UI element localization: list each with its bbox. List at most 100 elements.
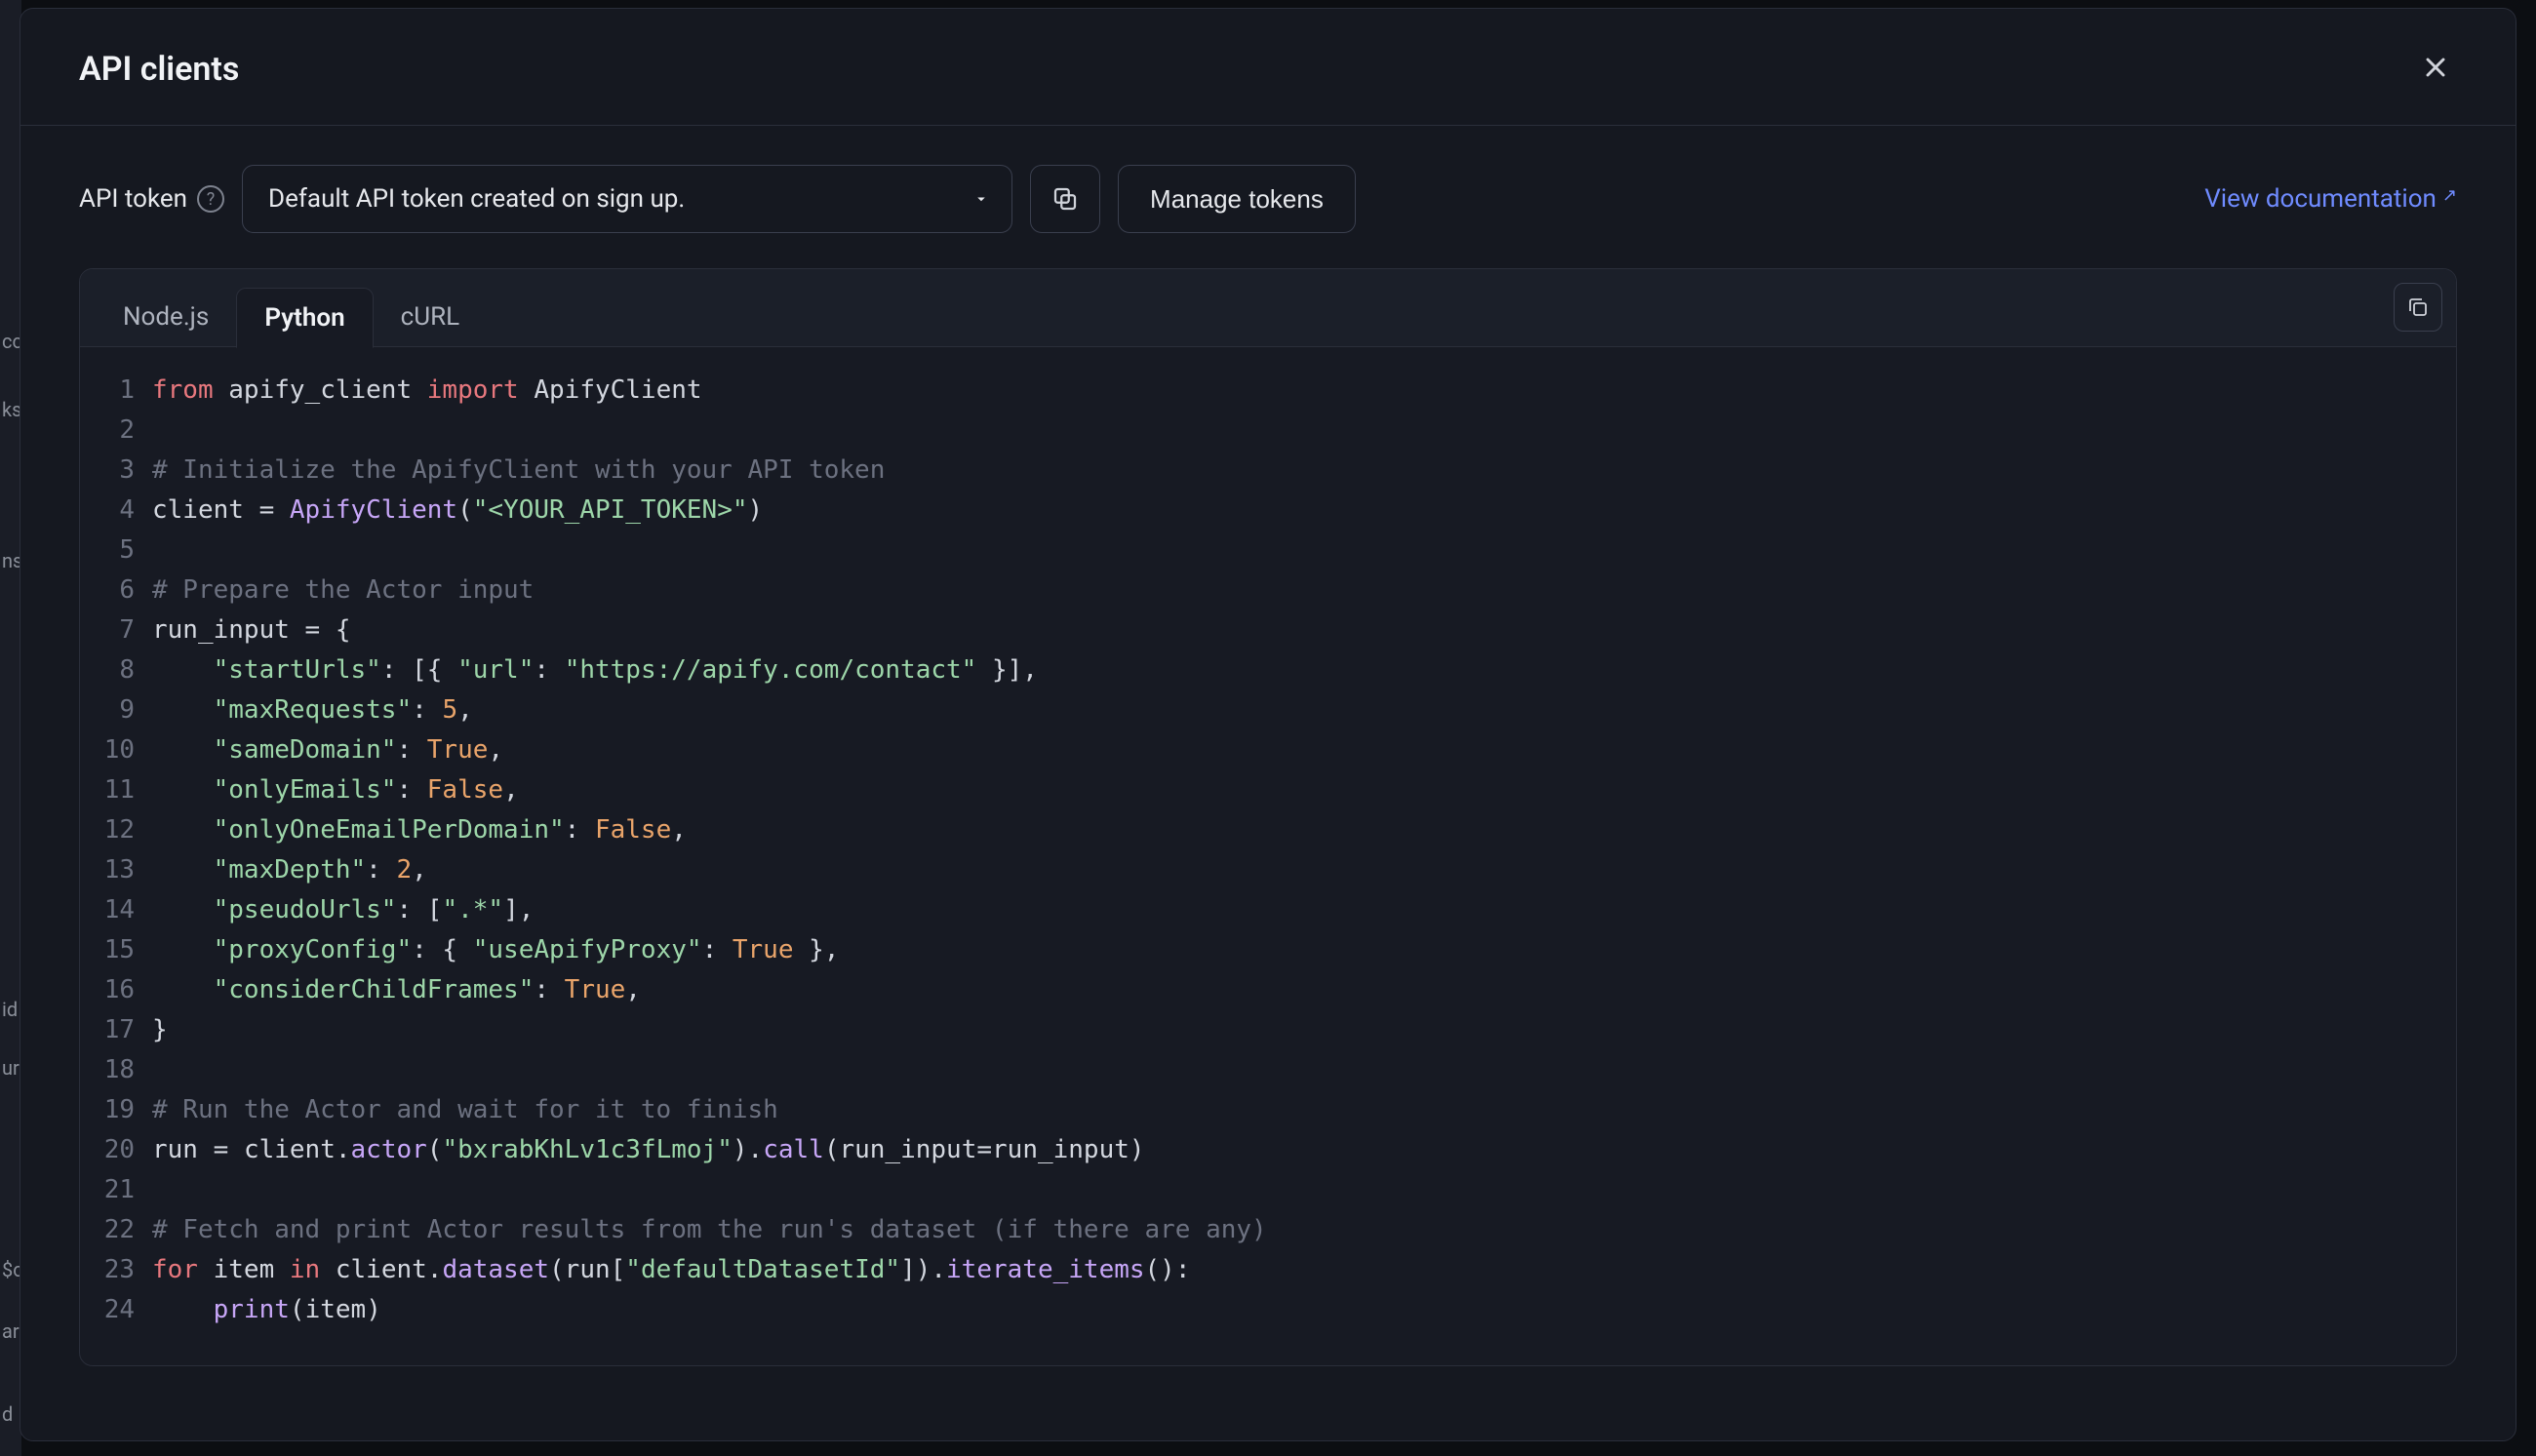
code-token xyxy=(152,775,214,805)
code-line: run = client.actor("bxrabKhLv1c3fLmoj").… xyxy=(152,1130,2456,1170)
manage-tokens-label: Manage tokens xyxy=(1150,184,1324,214)
code-card: Node.jsPythoncURL 1234567891011121314151… xyxy=(79,268,2457,1366)
code-token: : xyxy=(366,855,396,885)
line-number: 18 xyxy=(80,1050,135,1090)
code-token: = xyxy=(976,1135,992,1164)
help-icon[interactable]: ? xyxy=(197,185,224,213)
close-icon xyxy=(2420,52,2451,83)
copy-stack-icon xyxy=(2406,295,2430,319)
copy-code-button[interactable] xyxy=(2394,283,2442,332)
code-token: "considerChildFrames" xyxy=(214,975,535,1004)
tab-python[interactable]: Python xyxy=(236,288,373,348)
code-token: run_input xyxy=(839,1135,976,1164)
line-number: 12 xyxy=(80,810,135,850)
code-token: # Fetch and print Actor results from the… xyxy=(152,1215,1267,1244)
api-token-select[interactable]: Default API token created on sign up. xyxy=(242,165,1012,233)
line-number: 13 xyxy=(80,850,135,890)
tab-curl[interactable]: cURL xyxy=(374,287,488,347)
api-clients-modal: API clients API token ? Default API toke… xyxy=(20,8,2516,1441)
code-token: : xyxy=(396,775,426,805)
code-token: ( xyxy=(457,495,473,525)
code-token: : [ xyxy=(396,895,442,925)
line-number: 9 xyxy=(80,690,135,730)
code-token: , xyxy=(412,855,427,885)
code-token: }, xyxy=(794,935,840,964)
code-token: # Initialize the ApifyClient with your A… xyxy=(152,455,885,485)
code-token xyxy=(152,735,214,765)
background-strip-item: $c xyxy=(0,1250,21,1289)
code-token: : xyxy=(534,655,564,685)
code-token: (): xyxy=(1145,1255,1191,1284)
copy-token-button[interactable] xyxy=(1030,165,1100,233)
code-token: print xyxy=(214,1295,290,1324)
code-token xyxy=(152,855,214,885)
code-token xyxy=(152,975,214,1004)
code-token: call xyxy=(763,1135,824,1164)
code-token: "https://apify.com/contact" xyxy=(565,655,977,685)
code-token: "defaultDatasetId" xyxy=(625,1255,900,1284)
code-line: "proxyConfig": { "useApifyProxy": True }… xyxy=(152,930,2456,970)
code-line: for item in client.dataset(run["defaultD… xyxy=(152,1250,2456,1290)
line-number: 8 xyxy=(80,650,135,690)
code-token: ]). xyxy=(900,1255,946,1284)
code-token: "pseudoUrls" xyxy=(214,895,397,925)
close-button[interactable] xyxy=(2414,46,2457,92)
background-strip-item: d xyxy=(0,1395,21,1434)
background-strip-item: ks xyxy=(0,390,21,429)
view-documentation-label: View documentation xyxy=(2204,184,2437,214)
code-token: . xyxy=(336,1135,351,1164)
code-token: True xyxy=(733,935,794,964)
code-token: "onlyOneEmailPerDomain" xyxy=(214,815,565,845)
line-number: 2 xyxy=(80,411,135,451)
line-number: 6 xyxy=(80,571,135,610)
code-token: actor xyxy=(351,1135,427,1164)
code-token: , xyxy=(457,695,473,725)
tabs-row: Node.js Python cURL xyxy=(80,269,2456,347)
manage-tokens-button[interactable]: Manage tokens xyxy=(1118,165,1356,233)
code-line: # Run the Actor and wait for it to finis… xyxy=(152,1090,2456,1130)
code-token: ( xyxy=(290,1295,305,1324)
code-line xyxy=(152,411,2456,451)
code-line: "onlyEmails": False, xyxy=(152,770,2456,810)
view-documentation-link[interactable]: View documentation ↗ xyxy=(2204,184,2457,214)
code-token: "useApifyProxy" xyxy=(473,935,702,964)
api-token-label: API token xyxy=(79,184,187,214)
code-line: print(item) xyxy=(152,1290,2456,1330)
code-token: = xyxy=(214,1135,244,1164)
code-token: dataset xyxy=(442,1255,549,1284)
line-number: 24 xyxy=(80,1290,135,1330)
code-line: # Initialize the ApifyClient with your A… xyxy=(152,451,2456,491)
tab-node-js[interactable]: Node.js xyxy=(96,287,236,347)
modal-title: API clients xyxy=(79,50,239,89)
code-token: ( xyxy=(549,1255,565,1284)
tab-label: cURL xyxy=(401,302,460,332)
code-token: run xyxy=(152,1135,214,1164)
line-number: 3 xyxy=(80,451,135,491)
tab-label: Node.js xyxy=(123,302,209,332)
code-token: "onlyEmails" xyxy=(214,775,397,805)
code-line: "considerChildFrames": True, xyxy=(152,970,2456,1010)
code-token xyxy=(152,695,214,725)
code-token: = xyxy=(259,495,290,525)
code-token: "<YOUR_API_TOKEN>" xyxy=(473,495,748,525)
code-token: }], xyxy=(976,655,1038,685)
code-line: "onlyOneEmailPerDomain": False, xyxy=(152,810,2456,850)
code-line: # Prepare the Actor input xyxy=(152,571,2456,610)
code-lines[interactable]: from apify_client import ApifyClient # I… xyxy=(152,371,2456,1330)
line-number: 11 xyxy=(80,770,135,810)
background-sidebar-strip: ccksnsidur$card xyxy=(0,0,21,1456)
code-token: "maxDepth" xyxy=(214,855,367,885)
code-token xyxy=(152,935,214,964)
code-token: ".*" xyxy=(442,895,503,925)
code-token: , xyxy=(671,815,687,845)
line-number: 22 xyxy=(80,1210,135,1250)
code-line: client = ApifyClient("<YOUR_API_TOKEN>") xyxy=(152,491,2456,531)
background-strip-item: ns xyxy=(0,541,21,580)
code-token: } xyxy=(152,1015,168,1044)
tab-label: Python xyxy=(264,303,344,333)
code-token: [ xyxy=(611,1255,626,1284)
code-token: "proxyConfig" xyxy=(214,935,413,964)
code-token xyxy=(152,1295,214,1324)
code-token: ( xyxy=(427,1135,443,1164)
background-strip-item: cc xyxy=(0,322,21,361)
